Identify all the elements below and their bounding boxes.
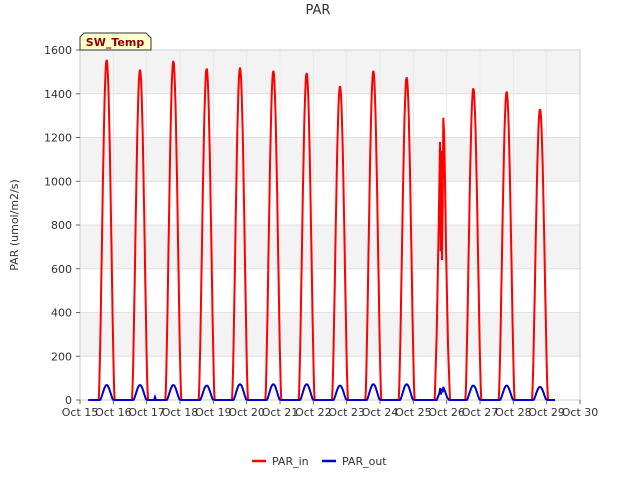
x-tick-label: Oct 28 xyxy=(495,406,532,419)
x-tick-label: Oct 25 xyxy=(395,406,432,419)
x-tick-label: Oct 18 xyxy=(162,406,199,419)
y-tick-label: 1600 xyxy=(44,44,72,57)
x-tick-label: Oct 16 xyxy=(95,406,132,419)
background-band xyxy=(80,225,580,269)
y-tick-label: 800 xyxy=(51,219,72,232)
legend-label: PAR_out xyxy=(342,455,387,468)
y-axis-ticks: 0 200 400 600 800 1000 1200 1400 1600 xyxy=(44,44,80,407)
y-axis-label: PAR (umol/m2/s) xyxy=(8,179,21,271)
x-tick-label: Oct 21 xyxy=(262,406,299,419)
y-tick-label: 200 xyxy=(51,350,72,363)
x-tick-label: Oct 19 xyxy=(195,406,232,419)
legend: PAR_in PAR_out xyxy=(252,455,387,468)
annotation-badge: SW_Temp xyxy=(79,32,152,51)
series-line-par-out xyxy=(88,383,555,401)
x-axis-ticks: Oct 15Oct 16Oct 17Oct 18Oct 19Oct 20Oct … xyxy=(62,400,599,419)
x-tick-label: Oct 30 xyxy=(562,406,599,419)
legend-label: PAR_in xyxy=(272,455,309,468)
x-tick-label: Oct 24 xyxy=(362,406,399,419)
chart-title: PAR xyxy=(306,3,331,18)
x-tick-label: Oct 17 xyxy=(128,406,165,419)
x-tick-label: Oct 27 xyxy=(462,406,499,419)
y-tick-label: 1400 xyxy=(44,88,72,101)
background-band xyxy=(80,312,580,357)
x-tick-label: Oct 20 xyxy=(228,406,265,419)
annotation-text: SW_Temp xyxy=(86,36,145,49)
y-tick-label: 400 xyxy=(51,307,72,320)
y-tick-label: 1200 xyxy=(44,132,72,145)
y-tick-label: 0 xyxy=(65,394,72,407)
x-tick-label: Oct 26 xyxy=(428,406,465,419)
x-tick-label: Oct 23 xyxy=(328,406,365,419)
y-tick-label: 600 xyxy=(51,263,72,276)
x-tick-label: Oct 15 xyxy=(62,406,99,419)
par-chart: PAR Oct 15Oct 16Oct 17Oct 18Oct 19Oct 20… xyxy=(8,3,599,468)
x-tick-label: Oct 29 xyxy=(528,406,565,419)
background-band xyxy=(80,50,580,94)
x-tick-label: Oct 22 xyxy=(295,406,332,419)
y-tick-label: 1000 xyxy=(44,175,72,188)
